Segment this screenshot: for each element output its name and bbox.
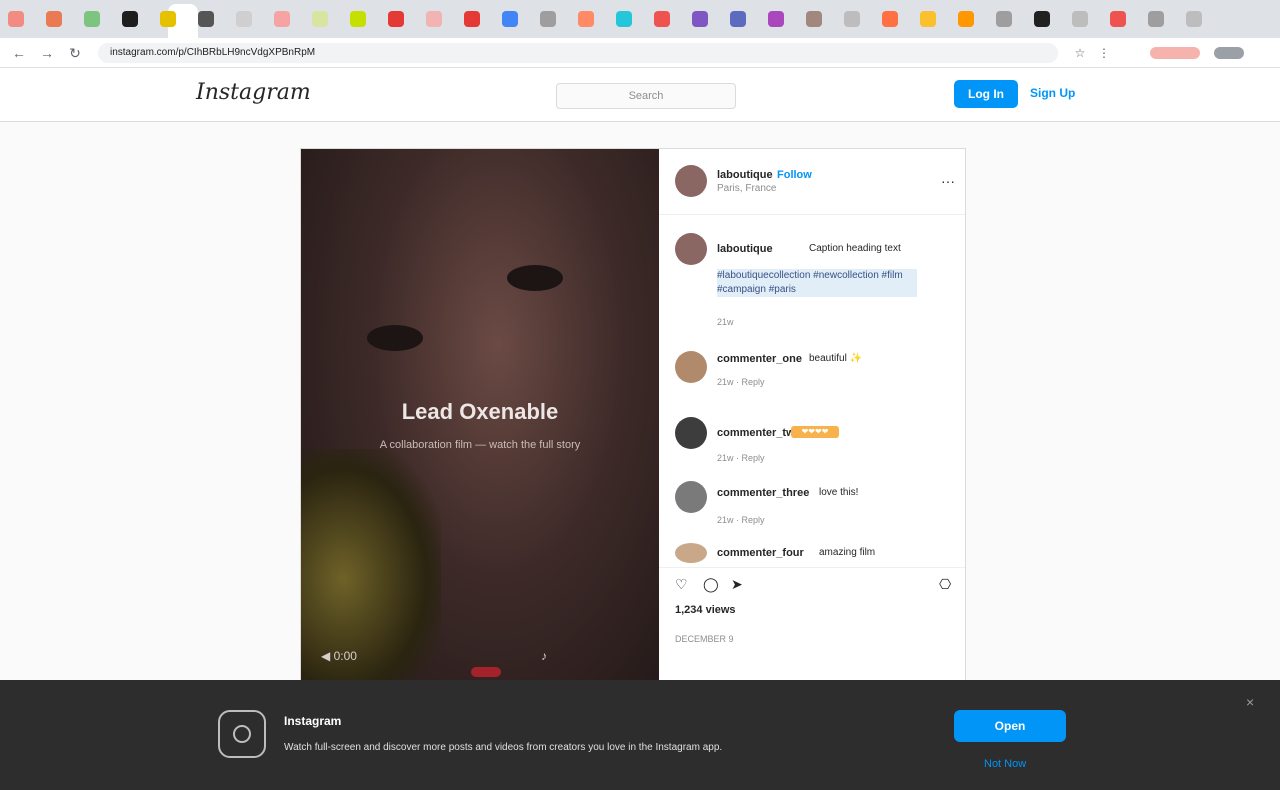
tab-favicon[interactable] [578,11,594,27]
comment-username[interactable]: commenter_two [717,427,801,439]
audio-icon[interactable]: ♪ [541,649,547,663]
extension-icon[interactable]: ⋮ [1096,45,1112,61]
tab-favicon[interactable] [84,11,100,27]
comment-username[interactable]: commenter_four [717,547,804,559]
video-frame-detail [507,265,563,291]
comment-text: beautiful ✨ [809,353,863,364]
browser-toolbar: ← → ↻ instagram.com/p/CIhBRbLH9ncVdgXPBn… [0,38,1280,68]
browser-tabstrip [0,0,1280,38]
video-frame-detail [301,449,441,707]
post-date: DECEMBER 9 [675,634,734,644]
tab-favicon[interactable] [1072,11,1088,27]
tab-favicon[interactable] [236,11,252,27]
tab-favicon[interactable] [996,11,1012,27]
forward-icon[interactable]: → [38,44,56,62]
tab-favicon[interactable] [806,11,822,27]
comment-emoji: ❤❤❤❤ [791,426,839,438]
comment-meta[interactable]: 21w · Reply [717,377,765,387]
ig-header: Instagram Search Log In Sign Up [0,68,1280,122]
reload-icon[interactable]: ↻ [66,44,84,62]
like-icon[interactable]: ♡ [675,576,688,593]
play-control[interactable]: ◀ 0:00 [321,649,357,663]
comment-text: amazing film [819,547,876,558]
tab-favicon[interactable] [1034,11,1050,27]
video-frame-detail [367,325,423,351]
tab-favicon[interactable] [388,11,404,27]
tab-favicon[interactable] [882,11,898,27]
camera-icon [233,725,251,743]
comment-text: love this! [819,487,859,498]
tab-favicon[interactable] [198,11,214,27]
signup-link[interactable]: Sign Up [1030,86,1075,100]
back-icon[interactable]: ← [10,44,28,62]
share-icon[interactable]: ➤ [731,576,743,593]
tab-favicon[interactable] [692,11,708,27]
tab-favicon[interactable] [654,11,670,27]
star-icon[interactable]: ☆ [1072,45,1088,61]
profile-button[interactable] [1214,47,1244,59]
comment-avatar[interactable] [675,543,707,563]
tab-favicon[interactable] [616,11,632,27]
tab-favicon[interactable] [8,11,24,27]
comment-meta[interactable]: 21w · Reply [717,515,765,525]
login-button[interactable]: Log In [954,80,1018,108]
progress-indicator [471,667,501,677]
post-sidebar: laboutique Paris, France Follow ··· labo… [659,149,965,707]
tab-favicon[interactable] [1148,11,1164,27]
tab-favicon[interactable] [312,11,328,27]
banner-description: Watch full-screen and discover more post… [284,742,723,753]
comment-avatar[interactable] [675,481,707,513]
caption-hashtags[interactable]: #laboutiquecollection #newcollection #fi… [717,269,917,297]
close-icon[interactable]: × [1246,694,1254,710]
tab-favicon[interactable] [502,11,518,27]
tab-favicon[interactable] [274,11,290,27]
video-subtitle: A collaboration film — watch the full st… [379,439,581,451]
tab-favicon[interactable] [350,11,366,27]
caption-text: Caption heading text [809,243,901,254]
video-title: Lead Oxenable [401,399,559,424]
author-username[interactable]: laboutique [717,169,773,181]
caption-time: 21w [717,317,734,327]
tab-favicon[interactable] [122,11,138,27]
tab-favicon[interactable] [160,11,176,27]
address-bar[interactable]: instagram.com/p/CIhBRbLH9ncVdgXPBnRpM [98,43,1058,63]
instagram-app-icon [218,710,266,758]
tab-favicon[interactable] [730,11,746,27]
tab-favicon[interactable] [920,11,936,27]
comment-username[interactable]: commenter_one [717,353,802,365]
not-now-link[interactable]: Not Now [984,758,1026,770]
instagram-logo[interactable]: Instagram [196,80,311,105]
tab-favicon[interactable] [958,11,974,27]
follow-button[interactable]: Follow [777,169,812,181]
open-app-button[interactable]: Open [954,710,1066,742]
tab-favicon[interactable] [844,11,860,27]
post-header: laboutique Paris, France Follow ··· [659,149,965,215]
post-video[interactable]: Lead Oxenable A collaboration film — wat… [301,149,659,707]
comment-avatar[interactable] [675,417,707,449]
tab-favicon[interactable] [426,11,442,27]
comment-icon[interactable]: ◯ [703,576,719,593]
save-icon[interactable]: ⎔ [939,576,951,593]
tab-favicon[interactable] [464,11,480,27]
tab-favicon[interactable] [1186,11,1202,27]
tab-favicon[interactable] [540,11,556,27]
comment-meta[interactable]: 21w · Reply [717,453,765,463]
post-card: Lead Oxenable A collaboration film — wat… [300,148,966,708]
extension-badge[interactable] [1150,47,1200,59]
tab-favicon[interactable] [1110,11,1126,27]
comment-username[interactable]: commenter_three [717,487,809,499]
app-banner: Instagram Watch full-screen and discover… [0,680,1280,790]
search-input[interactable]: Search [556,83,736,109]
tab-favicon[interactable] [768,11,784,27]
tab-favicon[interactable] [46,11,62,27]
likes-count[interactable]: 1,234 views [675,604,736,616]
banner-title: Instagram [284,714,342,728]
caption-username[interactable]: laboutique [717,243,773,255]
more-options-icon[interactable]: ··· [941,173,955,189]
comment-avatar[interactable] [675,351,707,383]
author-avatar[interactable] [675,165,707,197]
author-location[interactable]: Paris, France [717,183,776,194]
caption-avatar[interactable] [675,233,707,265]
